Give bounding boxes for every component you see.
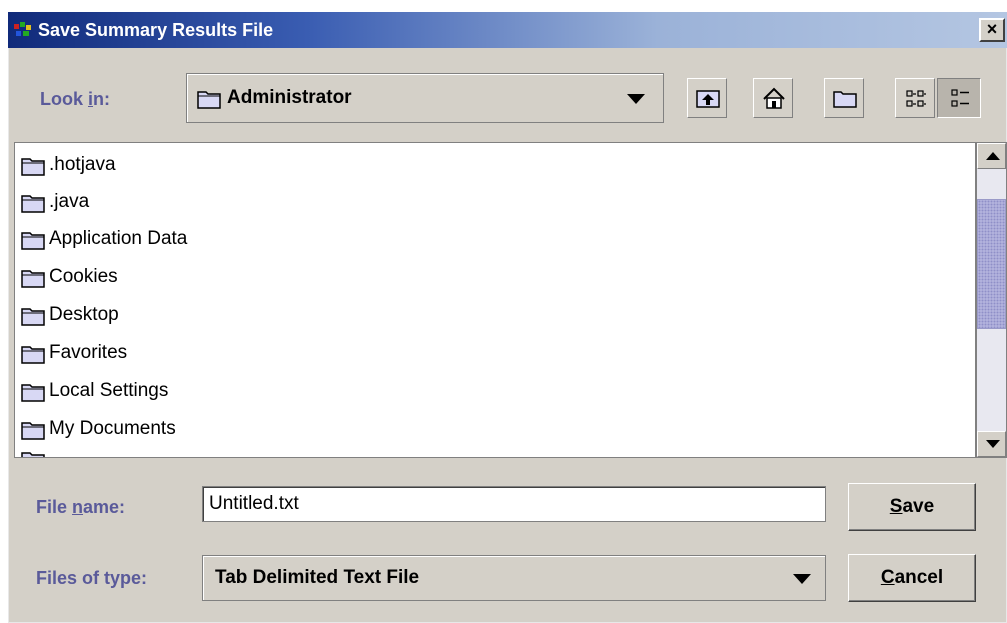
details-view-icon — [951, 89, 969, 107]
up-one-level-button[interactable] — [687, 78, 727, 118]
folder-icon — [21, 158, 45, 176]
file-name: My Documents — [49, 418, 176, 439]
folder-icon — [21, 232, 45, 250]
close-button[interactable]: × — [979, 18, 1005, 42]
title-bar[interactable]: Save Summary Results File × — [8, 12, 1007, 48]
folder-icon — [21, 384, 45, 402]
file-name: Application Data — [49, 228, 188, 249]
scroll-thumb[interactable] — [977, 199, 1006, 329]
scroll-up-button[interactable] — [977, 143, 1006, 169]
folder-icon — [21, 270, 45, 288]
new-folder-icon — [833, 91, 857, 108]
file-name-field[interactable] — [202, 486, 826, 522]
file-type-label: Files of type: — [36, 568, 148, 588]
file-name: Favorites — [49, 342, 128, 363]
close-icon: × — [986, 19, 998, 39]
new-folder-button[interactable] — [824, 78, 864, 118]
java-app-icon — [14, 22, 31, 36]
folder-icon — [21, 452, 45, 457]
file-type-combo[interactable]: Tab Delimited Text File — [202, 555, 826, 601]
folder-icon — [197, 91, 221, 109]
details-view-button[interactable] — [937, 78, 981, 118]
vertical-scrollbar[interactable] — [976, 142, 1007, 458]
up-one-level-icon — [696, 90, 720, 108]
file-name-label: File name: — [36, 497, 126, 517]
arrow-down-icon — [986, 440, 1000, 448]
window-title: Save Summary Results File — [38, 20, 274, 40]
cancel-button[interactable]: Cancel — [848, 554, 976, 602]
look-in-value: Administrator — [227, 87, 352, 108]
file-type-value: Tab Delimited Text File — [215, 567, 420, 588]
folder-icon — [21, 346, 45, 364]
file-list[interactable]: .hotjava .java Application Data Cookies … — [14, 142, 976, 458]
chevron-down-icon — [793, 574, 811, 584]
list-view-icon — [906, 90, 926, 107]
look-in-label: Look in: — [40, 89, 111, 109]
scroll-down-button[interactable] — [977, 431, 1006, 457]
home-button[interactable] — [753, 78, 793, 118]
file-name: .hotjava — [49, 154, 116, 175]
home-icon — [763, 87, 785, 109]
file-name: Cookies — [49, 266, 118, 287]
list-view-button[interactable] — [895, 78, 935, 118]
folder-icon — [21, 422, 45, 440]
arrow-up-icon — [986, 152, 1000, 160]
file-name: Local Settings — [49, 380, 169, 401]
folder-icon — [21, 308, 45, 326]
file-name: .java — [49, 191, 90, 212]
file-name: Desktop — [49, 304, 119, 325]
file-name-input[interactable] — [209, 491, 809, 517]
save-button[interactable]: Save — [848, 483, 976, 531]
scroll-track[interactable] — [977, 169, 1006, 431]
folder-icon — [21, 195, 45, 213]
look-in-combo[interactable]: Administrator — [186, 73, 664, 123]
chevron-down-icon — [627, 94, 645, 104]
